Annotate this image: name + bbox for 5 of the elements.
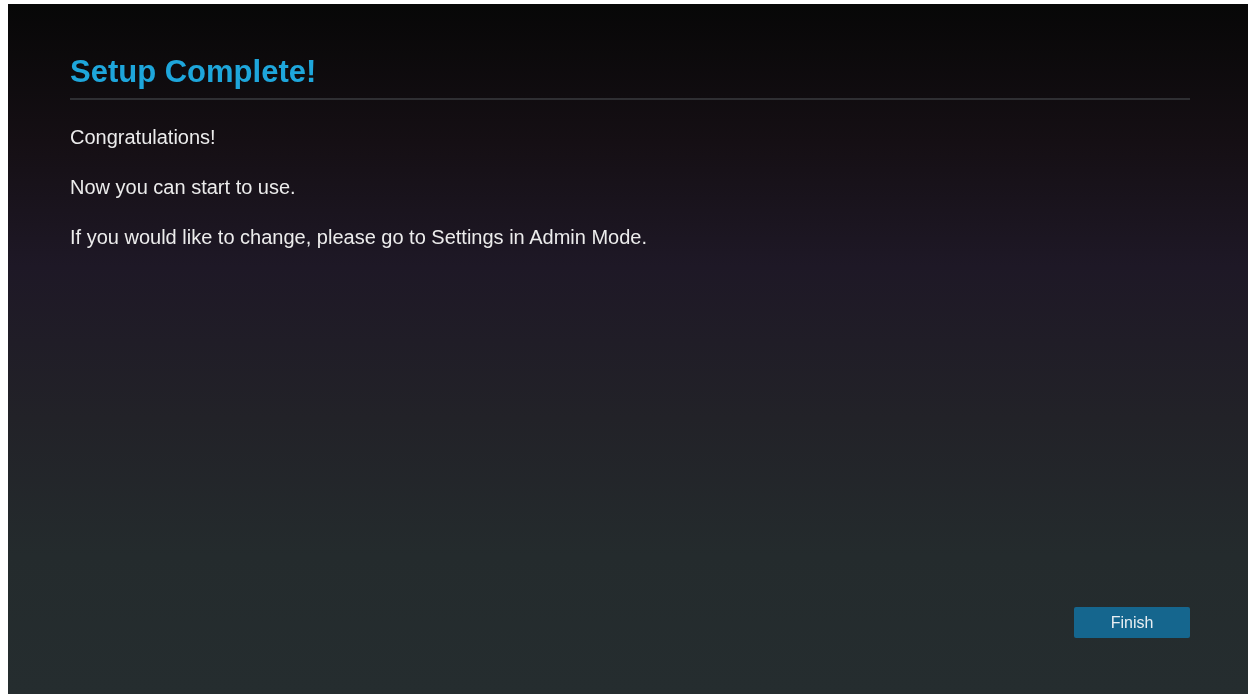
message-text: If you would like to change, please go to Settings in Admin Mode. xyxy=(70,226,649,249)
finish-button[interactable]: Finish xyxy=(1074,607,1190,638)
page-title: Setup Complete! xyxy=(70,54,1190,100)
message-text: Now you can start to use. xyxy=(70,176,297,199)
message-text: Congratulations! xyxy=(70,126,217,149)
